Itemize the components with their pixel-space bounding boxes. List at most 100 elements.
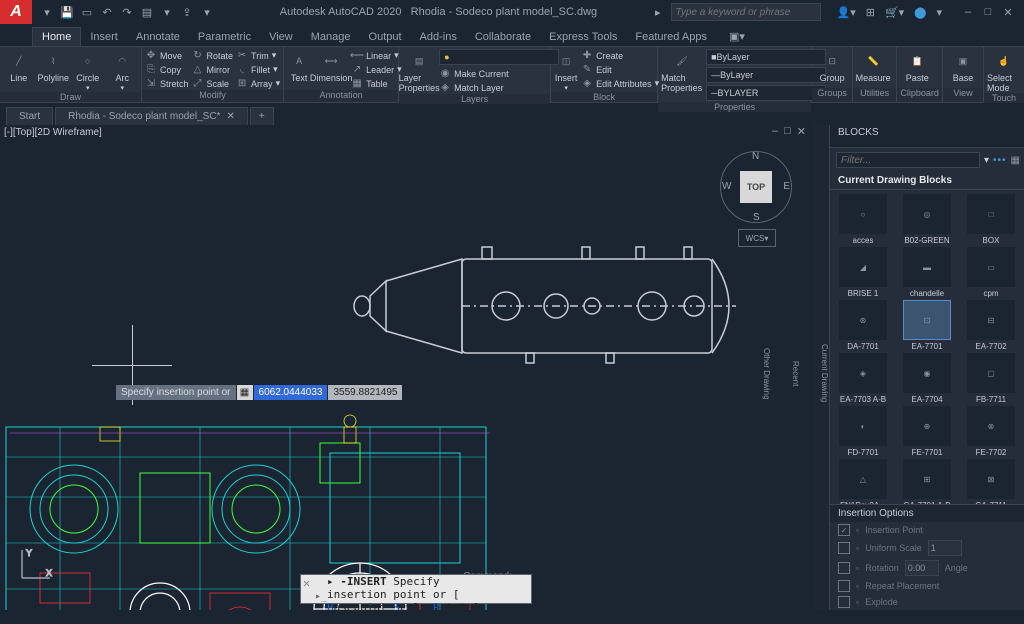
- insertion-option-row[interactable]: ▫Repeat Placement: [830, 578, 1024, 594]
- cart-icon[interactable]: 🛒▾: [885, 6, 904, 19]
- edit-block-button[interactable]: ✎Edit: [581, 63, 659, 76]
- base-button[interactable]: ▣Base: [946, 48, 980, 83]
- tab-annotate[interactable]: Annotate: [127, 28, 189, 46]
- qat-dropdown-icon[interactable]: ▾: [160, 5, 174, 19]
- filter-dropdown-icon[interactable]: ▾: [984, 155, 989, 166]
- cmdline-close-icon[interactable]: ✕: [303, 577, 317, 591]
- qat-menu-icon[interactable]: ▾: [40, 5, 54, 19]
- circle-button[interactable]: ○Circle▾: [72, 48, 103, 92]
- current-layer-dropdown[interactable]: ●: [439, 49, 559, 65]
- block-item[interactable]: ⊛DA-7701: [832, 300, 894, 351]
- option-checkbox[interactable]: [838, 562, 850, 574]
- tab-insert[interactable]: Insert: [81, 28, 127, 46]
- tab-parametric[interactable]: Parametric: [189, 28, 260, 46]
- y-coordinate-input[interactable]: 3559.8821495: [328, 385, 402, 400]
- block-item[interactable]: ◐FD-7701: [832, 406, 894, 457]
- color-dropdown[interactable]: ■ ByLayer: [706, 49, 826, 65]
- tab-output[interactable]: Output: [360, 28, 411, 46]
- insertion-option-row[interactable]: ▫Uniform Scale: [830, 538, 1024, 558]
- tab-express[interactable]: Express Tools: [540, 28, 626, 46]
- tab-view[interactable]: View: [260, 28, 302, 46]
- blocks-filter-input[interactable]: [836, 152, 980, 168]
- command-line[interactable]: ✕ ▸_ ▸ -INSERT Specify insertion point o…: [300, 574, 532, 604]
- app-store-icon[interactable]: ⊞: [866, 6, 875, 19]
- start-tab[interactable]: Start: [6, 107, 53, 125]
- block-item[interactable]: ◎B02-GREEN: [896, 194, 958, 245]
- viewport-minimize-icon[interactable]: ‒: [772, 125, 778, 138]
- block-item[interactable]: ◢BRISE 1: [832, 247, 894, 298]
- close-tab-icon[interactable]: ✕: [226, 111, 234, 122]
- tab-collapse-icon[interactable]: ▣▾: [720, 27, 754, 46]
- group-label-properties[interactable]: Properties: [658, 102, 811, 112]
- open-icon[interactable]: ▭: [80, 5, 94, 19]
- line-button[interactable]: ╱Line: [3, 48, 34, 83]
- new-tab-button[interactable]: +: [250, 107, 274, 125]
- signin-icon[interactable]: 👤▾: [837, 6, 856, 19]
- copy-button[interactable]: ⎘Copy: [145, 63, 189, 76]
- group-label-modify[interactable]: Modify: [142, 90, 283, 102]
- app-logo[interactable]: A: [0, 0, 32, 24]
- option-checkbox[interactable]: ✓: [838, 524, 850, 536]
- blocks-section-title[interactable]: Current Drawing Blocks: [830, 172, 1024, 190]
- group-button[interactable]: ⊡Group: [815, 48, 849, 83]
- insertion-option-row[interactable]: ✓▫Insertion Point: [830, 522, 1024, 538]
- make-current-button[interactable]: ◉Make Current: [439, 67, 547, 80]
- table-button[interactable]: ▦Table: [351, 77, 402, 90]
- insertion-options-title[interactable]: Insertion Options: [830, 505, 1024, 522]
- group-label-block[interactable]: Block: [551, 92, 657, 102]
- group-label-view[interactable]: View: [943, 88, 983, 102]
- linetype-dropdown[interactable]: ─ BYLAYER: [706, 85, 826, 101]
- drawing-tab[interactable]: Rhodia - Sodeco plant model_SC*✕: [55, 107, 248, 125]
- drawing-canvas[interactable]: [-][Top][2D Wireframe] ‒ □ ✕ TOP N S E W…: [0, 125, 812, 610]
- sidetab-current[interactable]: Current Drawing: [820, 344, 829, 402]
- select-mode-button[interactable]: ☝Select Mode: [987, 48, 1021, 93]
- group-label-layers[interactable]: Layers: [399, 94, 550, 104]
- group-label-groups[interactable]: Groups: [812, 88, 852, 102]
- dimension-button[interactable]: ⟷Dimension: [314, 48, 348, 83]
- block-item[interactable]: □BOX: [960, 194, 1022, 245]
- search-arrow-icon[interactable]: ▸: [655, 6, 661, 19]
- create-block-button[interactable]: ✚Create: [581, 49, 659, 62]
- viewport-close-icon[interactable]: ✕: [797, 125, 806, 138]
- help-dropdown-icon[interactable]: ▾: [936, 6, 942, 19]
- edit-attributes-button[interactable]: ◈Edit Attributes ▾: [581, 77, 659, 90]
- insertion-option-row[interactable]: ▫RotationAngle: [830, 558, 1024, 578]
- block-item[interactable]: ⊟EA-7702: [960, 300, 1022, 351]
- tab-featured[interactable]: Featured Apps: [626, 28, 716, 46]
- lineweight-dropdown[interactable]: — ByLayer: [706, 67, 826, 83]
- match-properties-button[interactable]: 🖌Match Properties: [661, 48, 703, 93]
- browse-icon[interactable]: •••: [993, 155, 1007, 166]
- block-item[interactable]: △FN1Rev2A...: [832, 459, 894, 504]
- view-cube[interactable]: TOP N S E W: [720, 151, 792, 223]
- block-item[interactable]: ◈EA-7703 A-B: [832, 353, 894, 404]
- paste-button[interactable]: 📋Paste: [900, 48, 934, 83]
- option-checkbox[interactable]: [838, 580, 850, 592]
- layer-properties-button[interactable]: ▤Layer Properties: [402, 48, 436, 93]
- trim-button[interactable]: ✂Trim ▾: [236, 49, 280, 62]
- block-item[interactable]: ⊗FE-7702: [960, 406, 1022, 457]
- help-icon[interactable]: ⬤: [914, 6, 926, 19]
- fillet-button[interactable]: ◟Fillet ▾: [236, 63, 280, 76]
- viewcube-top-face[interactable]: TOP: [740, 171, 772, 203]
- measure-button[interactable]: 📏Measure: [856, 48, 890, 83]
- sidetab-recent[interactable]: Recent: [791, 361, 800, 386]
- viewport-maximize-icon[interactable]: □: [784, 125, 791, 138]
- group-label-utilities[interactable]: Utilities: [853, 88, 896, 102]
- option-value-input[interactable]: [905, 560, 939, 576]
- tab-manage[interactable]: Manage: [302, 28, 360, 46]
- arc-button[interactable]: ◠Arc▾: [107, 48, 138, 92]
- keyword-search-input[interactable]: [671, 3, 821, 21]
- block-item[interactable]: ▢FB-7711: [960, 353, 1022, 404]
- match-layer-button[interactable]: ◈Match Layer: [439, 81, 547, 94]
- insert-button[interactable]: ◫Insert▾: [554, 48, 578, 92]
- print-icon[interactable]: ▤: [140, 5, 154, 19]
- insertion-option-row[interactable]: ▫Explode: [830, 594, 1024, 610]
- qat-expand-icon[interactable]: ▾: [200, 5, 214, 19]
- mirror-button[interactable]: △Mirror: [192, 63, 234, 76]
- stretch-button[interactable]: ⇲Stretch: [145, 77, 189, 90]
- option-checkbox[interactable]: [838, 542, 850, 554]
- x-coordinate-input[interactable]: 6062.0444033: [254, 385, 328, 400]
- polyline-button[interactable]: ⌇Polyline: [37, 48, 69, 83]
- block-item[interactable]: ⊞GA-7701 A-B: [896, 459, 958, 504]
- block-item[interactable]: ⊡EA-7701: [896, 300, 958, 351]
